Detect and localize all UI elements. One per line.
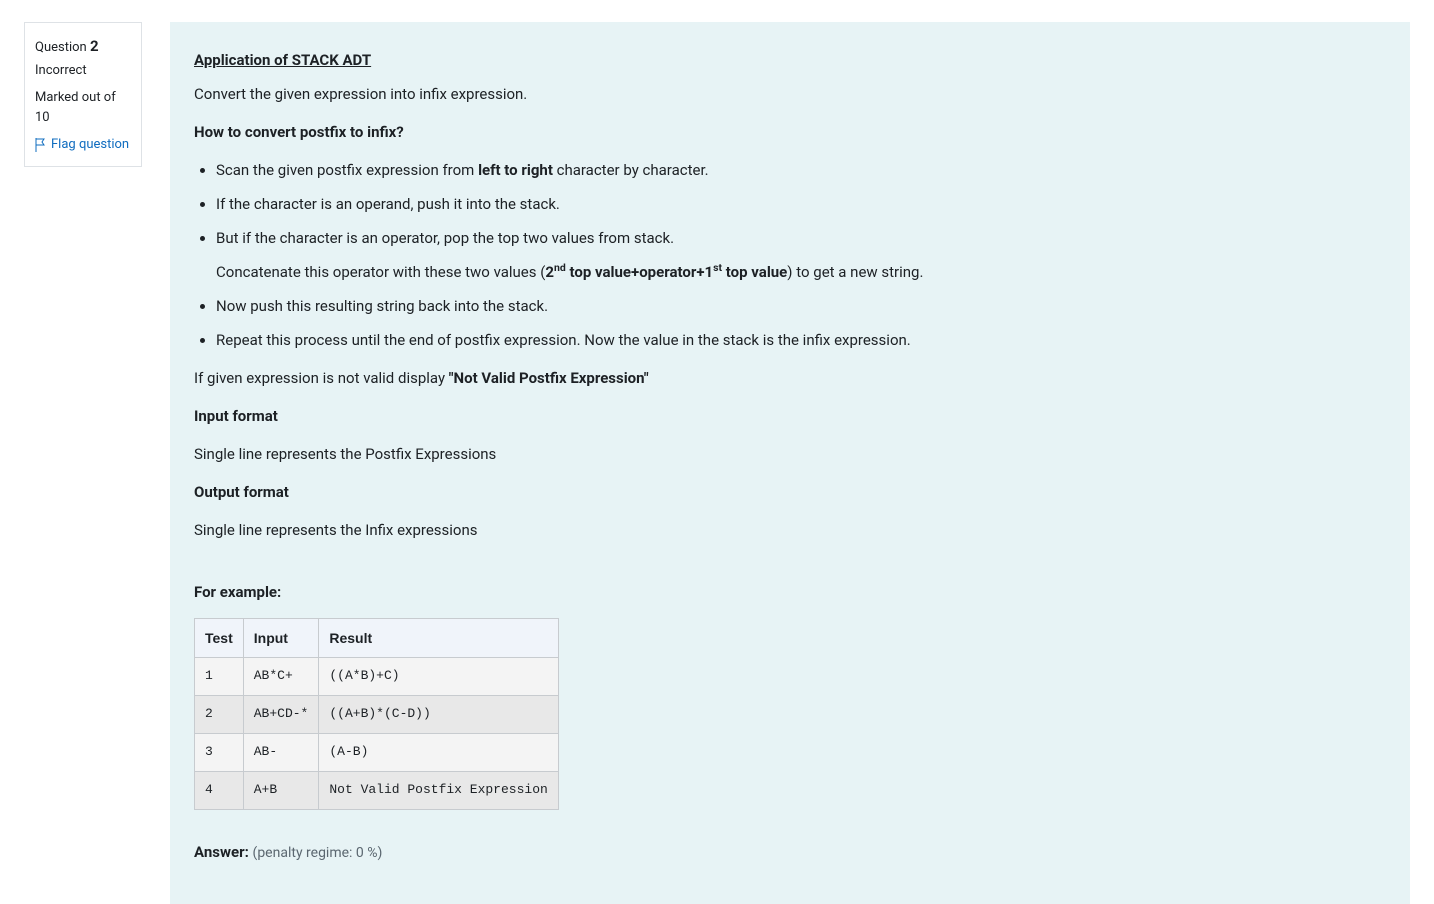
step-3: But if the character is an operator, pop… [216, 226, 1386, 284]
question-content: Application of STACK ADT Convert the giv… [170, 22, 1410, 904]
question-status: Incorrect [35, 63, 131, 78]
output-format-heading: Output format [194, 480, 1386, 504]
step-2: If the character is an operand, push it … [216, 192, 1386, 216]
answer-label: Answer: [194, 843, 249, 861]
question-info-card: Question 2 Incorrect Marked out of 10 Fl… [24, 22, 142, 167]
output-format-text: Single line represents the Infix express… [194, 518, 1386, 542]
step-3-sub: Concatenate this operator with these two… [216, 260, 1386, 284]
table-header-row: Test Input Result [195, 619, 559, 658]
th-test: Test [195, 619, 244, 658]
th-result: Result [319, 619, 558, 658]
table-row: 4 A+B Not Valid Postfix Expression [195, 771, 559, 809]
input-format-heading: Input format [194, 404, 1386, 428]
question-mark: Marked out of 10 [35, 88, 131, 127]
content-intro: Convert the given expression into infix … [194, 82, 1386, 106]
marked-value: 10 [35, 110, 50, 125]
flag-question-link[interactable]: Flag question [35, 137, 131, 152]
example-heading: For example: [194, 580, 1386, 604]
marked-label: Marked out of [35, 90, 116, 105]
content-title: Application of STACK ADT [194, 48, 1386, 72]
question-label: Question [35, 40, 87, 55]
question-number-line: Question 2 [35, 37, 131, 55]
example-table: Test Input Result 1 AB*C+ ((A*B)+C) 2 AB… [194, 618, 559, 810]
how-heading: How to convert postfix to infix? [194, 120, 1386, 144]
penalty-regime: (penalty regime: 0 %) [253, 845, 383, 861]
invalid-note: If given expression is not valid display… [194, 366, 1386, 390]
steps-list: Scan the given postfix expression from l… [194, 158, 1386, 352]
table-row: 2 AB+CD-* ((A+B)*(C-D)) [195, 696, 559, 734]
step-4: Now push this resulting string back into… [216, 294, 1386, 318]
question-number: 2 [90, 37, 99, 55]
answer-line: Answer: (penalty regime: 0 %) [194, 840, 1386, 864]
flag-question-label: Flag question [51, 137, 129, 152]
th-input: Input [243, 619, 319, 658]
table-row: 1 AB*C+ ((A*B)+C) [195, 658, 559, 696]
input-format-text: Single line represents the Postfix Expre… [194, 442, 1386, 466]
step-5: Repeat this process until the end of pos… [216, 328, 1386, 352]
step-1: Scan the given postfix expression from l… [216, 158, 1386, 182]
flag-icon [35, 138, 47, 152]
table-row: 3 AB- (A-B) [195, 733, 559, 771]
